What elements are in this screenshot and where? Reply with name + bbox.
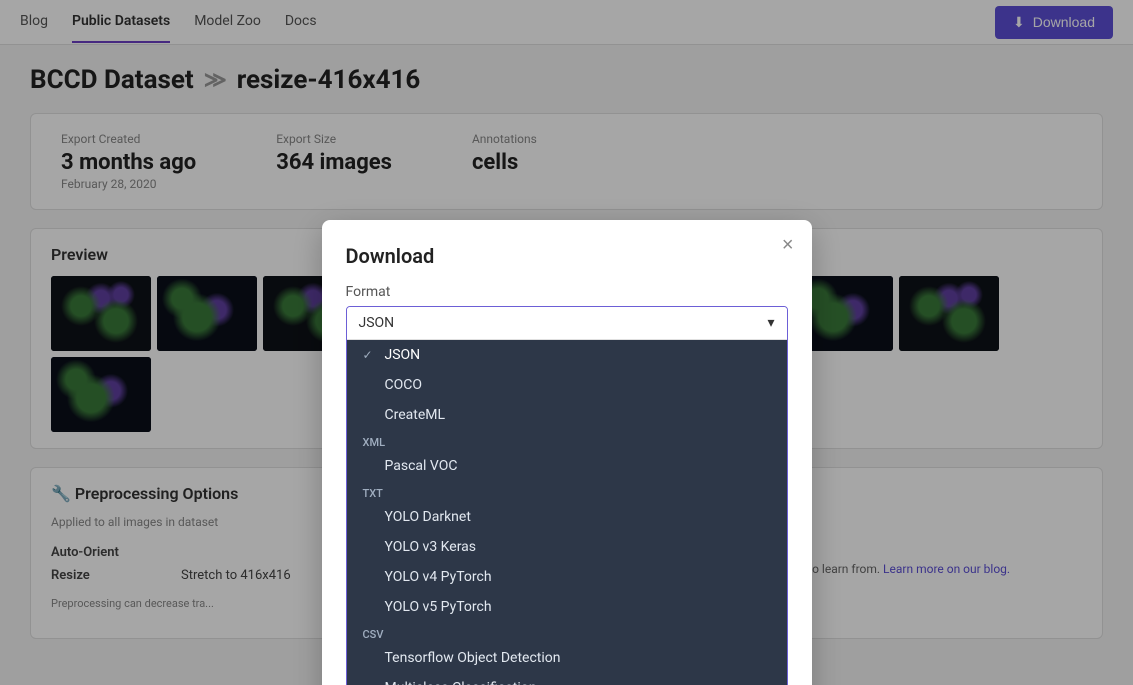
dropdown-item-yolo-v4-pytorch[interactable]: YOLO v4 PyTorch: [347, 562, 787, 592]
modal-close-button[interactable]: ×: [782, 234, 794, 257]
group-label-csv: CSV: [347, 622, 787, 643]
dropdown-item-json[interactable]: ✓ JSON: [347, 340, 787, 370]
dropdown-item-multiclass[interactable]: Multiclass Classification: [347, 673, 787, 685]
format-dropdown[interactable]: JSON ▾ ✓ JSON COCO CreateML XML: [346, 306, 788, 685]
modal-title: Download: [346, 244, 788, 268]
group-label-xml: XML: [347, 430, 787, 451]
dropdown-item-tensorflow-od[interactable]: Tensorflow Object Detection: [347, 643, 787, 673]
modal-overlay[interactable]: Download × Format JSON ▾ ✓ JSON COCO: [0, 0, 1133, 685]
dropdown-item-yolo-darknet[interactable]: YOLO Darknet: [347, 502, 787, 532]
dropdown-item-createml[interactable]: CreateML: [347, 400, 787, 430]
dropdown-item-pascal-voc[interactable]: Pascal VOC: [347, 451, 787, 481]
download-modal: Download × Format JSON ▾ ✓ JSON COCO: [322, 220, 812, 685]
dropdown-item-coco[interactable]: COCO: [347, 370, 787, 400]
format-label: Format: [346, 284, 788, 300]
dropdown-item-yolo-v5-pytorch[interactable]: YOLO v5 PyTorch: [347, 592, 787, 622]
dropdown-item-yolo-v3-keras[interactable]: YOLO v3 Keras: [347, 532, 787, 562]
chevron-down-icon: ▾: [767, 315, 774, 331]
check-icon: ✓: [363, 348, 377, 362]
dropdown-selected[interactable]: JSON ▾: [347, 307, 787, 340]
dropdown-list: ✓ JSON COCO CreateML XML Pascal VOC TXT: [347, 340, 787, 685]
group-label-txt: TXT: [347, 481, 787, 502]
selected-format-text: JSON: [359, 315, 395, 331]
